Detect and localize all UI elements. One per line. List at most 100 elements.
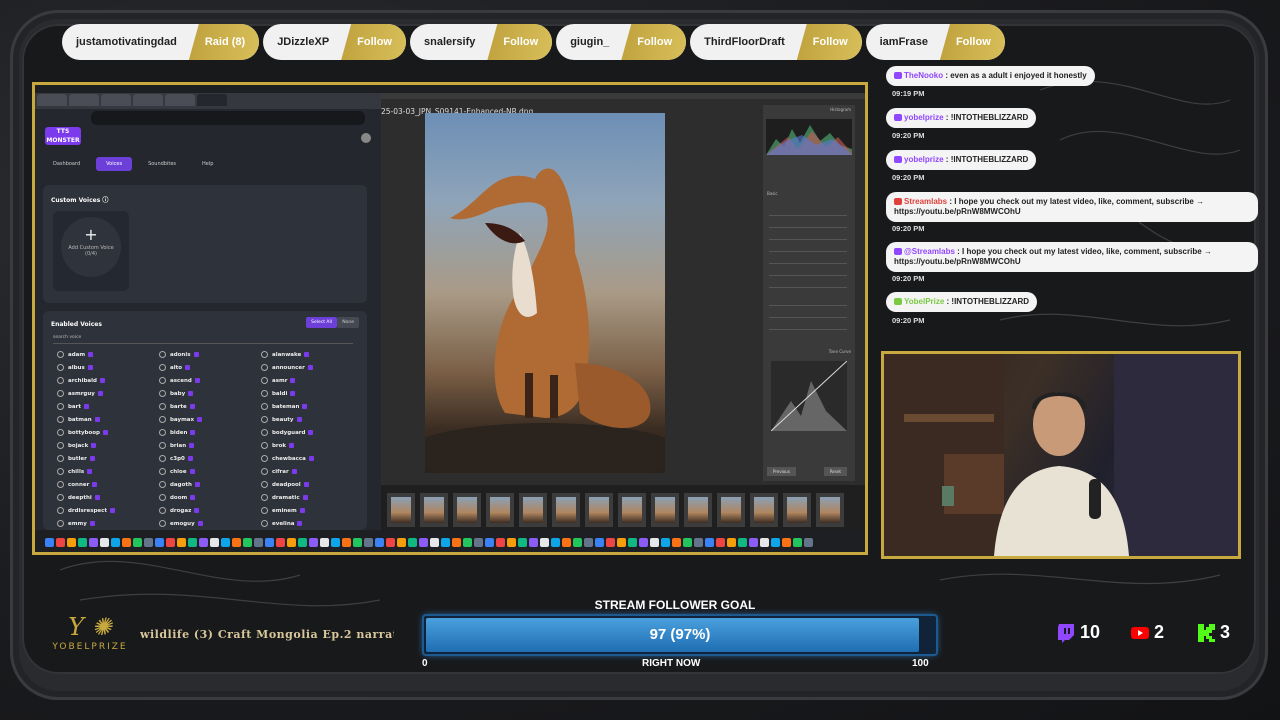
dock-app-icon[interactable] — [364, 537, 373, 547]
play-icon[interactable] — [159, 389, 166, 397]
checkbox-icon[interactable] — [97, 390, 103, 396]
play-icon[interactable] — [159, 480, 166, 488]
slider[interactable] — [769, 227, 847, 228]
filmstrip-thumb[interactable] — [420, 493, 448, 527]
tab-help[interactable]: Help — [192, 157, 223, 171]
play-icon[interactable] — [159, 519, 166, 527]
play-icon[interactable] — [159, 363, 166, 371]
filmstrip-thumb[interactable] — [519, 493, 547, 527]
play-icon[interactable] — [57, 493, 64, 501]
dock-app-icon[interactable] — [133, 537, 142, 547]
voice-item[interactable]: alanwake — [261, 351, 363, 360]
dock-app-icon[interactable] — [518, 537, 527, 547]
dock-app-icon[interactable] — [463, 537, 472, 547]
voice-item[interactable]: baby — [159, 389, 261, 399]
slider[interactable] — [769, 251, 847, 252]
none-button[interactable]: None — [337, 317, 359, 328]
voice-item[interactable]: chills — [57, 467, 159, 477]
dock-app-icon[interactable] — [188, 537, 197, 547]
checkbox-icon[interactable] — [88, 352, 94, 357]
voice-item[interactable]: asmrguy — [57, 389, 159, 399]
voice-item[interactable]: deadpool — [261, 480, 363, 490]
dock-app-icon[interactable] — [298, 537, 307, 547]
checkbox-icon[interactable] — [194, 377, 200, 383]
avatar[interactable] — [361, 133, 371, 143]
dock-app-icon[interactable] — [56, 537, 65, 547]
dock-app-icon[interactable] — [375, 537, 384, 547]
filmstrip-thumb[interactable] — [816, 493, 844, 527]
voice-item[interactable]: bodyguard — [261, 428, 363, 438]
dock-app-icon[interactable] — [507, 537, 516, 547]
voice-item[interactable]: cifrar — [261, 467, 363, 477]
dock-app-icon[interactable] — [232, 537, 241, 547]
checkbox-icon[interactable] — [307, 364, 313, 370]
filmstrip-thumb[interactable] — [486, 493, 514, 527]
checkbox-icon[interactable] — [103, 429, 108, 435]
voice-item[interactable]: biden — [159, 428, 261, 438]
checkbox-icon[interactable] — [92, 481, 98, 487]
checkbox-icon[interactable] — [303, 481, 309, 487]
voice-item[interactable]: bart — [57, 402, 159, 412]
play-icon[interactable] — [261, 415, 268, 423]
dock-app-icon[interactable] — [705, 537, 714, 547]
add-custom-voice-button[interactable]: + Add Custom Voice (0/4) — [53, 211, 129, 291]
voice-item[interactable]: albus — [57, 363, 159, 373]
slider[interactable] — [769, 275, 847, 276]
browser-tab[interactable] — [101, 94, 131, 106]
slider[interactable] — [769, 329, 847, 330]
tab-soundbites[interactable]: Soundbites — [138, 157, 186, 171]
dock-app-icon[interactable] — [595, 537, 604, 547]
play-icon[interactable] — [159, 467, 166, 475]
play-icon[interactable] — [159, 441, 166, 449]
checkbox-icon[interactable] — [197, 520, 203, 526]
dock-app-icon[interactable] — [144, 537, 153, 547]
checkbox-icon[interactable] — [189, 403, 195, 409]
browser-tab[interactable] — [133, 94, 163, 106]
checkbox-icon[interactable] — [189, 442, 195, 448]
play-icon[interactable] — [159, 428, 166, 436]
checkbox-icon[interactable] — [84, 403, 89, 409]
checkbox-icon[interactable] — [110, 507, 116, 513]
address-bar[interactable] — [91, 111, 365, 125]
dock-app-icon[interactable] — [804, 537, 813, 547]
filmstrip-thumb[interactable] — [717, 493, 745, 527]
voice-item[interactable]: beauty — [261, 415, 363, 425]
browser-tab[interactable] — [69, 94, 99, 106]
dock-app-icon[interactable] — [562, 537, 571, 547]
checkbox-icon[interactable] — [193, 352, 199, 357]
play-icon[interactable] — [159, 493, 166, 501]
checkbox-icon[interactable] — [187, 455, 193, 461]
play-icon[interactable] — [159, 351, 166, 358]
dock-app-icon[interactable] — [199, 537, 208, 547]
checkbox-icon[interactable] — [290, 377, 296, 383]
voice-item[interactable]: evelina — [261, 519, 363, 529]
checkbox-icon[interactable] — [188, 390, 194, 396]
dock-app-icon[interactable] — [452, 537, 461, 547]
play-icon[interactable] — [57, 376, 64, 384]
play-icon[interactable] — [261, 363, 268, 371]
dock-app-icon[interactable] — [111, 537, 120, 547]
play-icon[interactable] — [57, 389, 64, 397]
checkbox-icon[interactable] — [291, 468, 297, 474]
dock-app-icon[interactable] — [496, 537, 505, 547]
dock-app-icon[interactable] — [397, 537, 406, 547]
play-icon[interactable] — [57, 441, 64, 449]
checkbox-icon[interactable] — [194, 481, 200, 487]
dock-app-icon[interactable] — [221, 537, 230, 547]
checkbox-icon[interactable] — [94, 416, 100, 422]
dock-app-icon[interactable] — [683, 537, 692, 547]
checkbox-icon[interactable] — [91, 442, 97, 448]
dock-app-icon[interactable] — [45, 537, 54, 547]
play-icon[interactable] — [57, 467, 64, 475]
checkbox-icon[interactable] — [99, 377, 105, 383]
play-icon[interactable] — [261, 402, 268, 410]
voice-item[interactable]: dramatic — [261, 493, 363, 503]
checkbox-icon[interactable] — [299, 507, 305, 513]
dock-app-icon[interactable] — [485, 537, 494, 547]
slider[interactable] — [769, 317, 847, 318]
checkbox-icon[interactable] — [302, 494, 308, 500]
fox-photo[interactable] — [425, 113, 665, 473]
slider[interactable] — [769, 239, 847, 240]
dock-app-icon[interactable] — [672, 537, 681, 547]
dock-app-icon[interactable] — [265, 537, 274, 547]
